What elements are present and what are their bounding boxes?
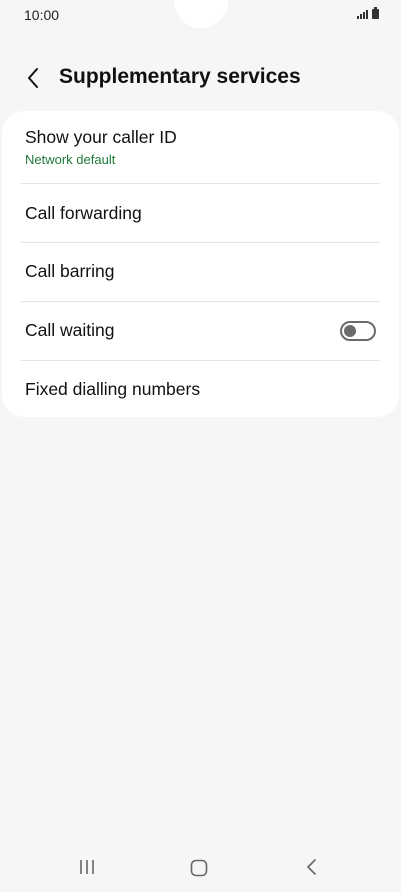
show-caller-id-item[interactable]: Show your caller ID Network default	[2, 111, 399, 184]
recent-apps-icon	[80, 860, 94, 874]
call-barring-item[interactable]: Call barring	[2, 243, 399, 301]
status-bar: 10:00	[0, 0, 401, 32]
chevron-left-icon	[28, 68, 38, 88]
home-button[interactable]	[189, 858, 209, 878]
show-caller-id-value: Network default	[25, 152, 116, 167]
toggle-knob	[344, 325, 356, 337]
status-time: 10:00	[24, 7, 60, 23]
call-waiting-item[interactable]: Call waiting	[2, 302, 399, 360]
call-waiting-toggle[interactable]	[340, 321, 376, 341]
fixed-dialling-numbers-label: Fixed dialling numbers	[25, 379, 201, 399]
back-icon	[307, 859, 316, 875]
page-title: Supplementary services	[59, 65, 301, 88]
status-icons	[357, 7, 379, 19]
page-header: Supplementary services	[0, 58, 401, 98]
show-caller-id-label: Show your caller ID	[25, 127, 177, 147]
fixed-dialling-numbers-item[interactable]: Fixed dialling numbers	[2, 361, 399, 417]
call-waiting-label: Call waiting	[25, 320, 115, 340]
signal-icon	[357, 9, 368, 19]
home-icon	[190, 859, 208, 877]
settings-list: Show your caller ID Network default Call…	[2, 111, 399, 417]
battery-icon	[372, 7, 379, 19]
back-button[interactable]	[22, 64, 46, 92]
camera-notch	[174, 0, 228, 28]
recent-apps-button[interactable]	[77, 858, 97, 876]
navigation-bar	[0, 848, 401, 888]
call-forwarding-label: Call forwarding	[25, 203, 142, 223]
back-nav-button[interactable]	[302, 857, 322, 877]
call-barring-label: Call barring	[25, 261, 115, 281]
call-forwarding-item[interactable]: Call forwarding	[2, 184, 399, 242]
